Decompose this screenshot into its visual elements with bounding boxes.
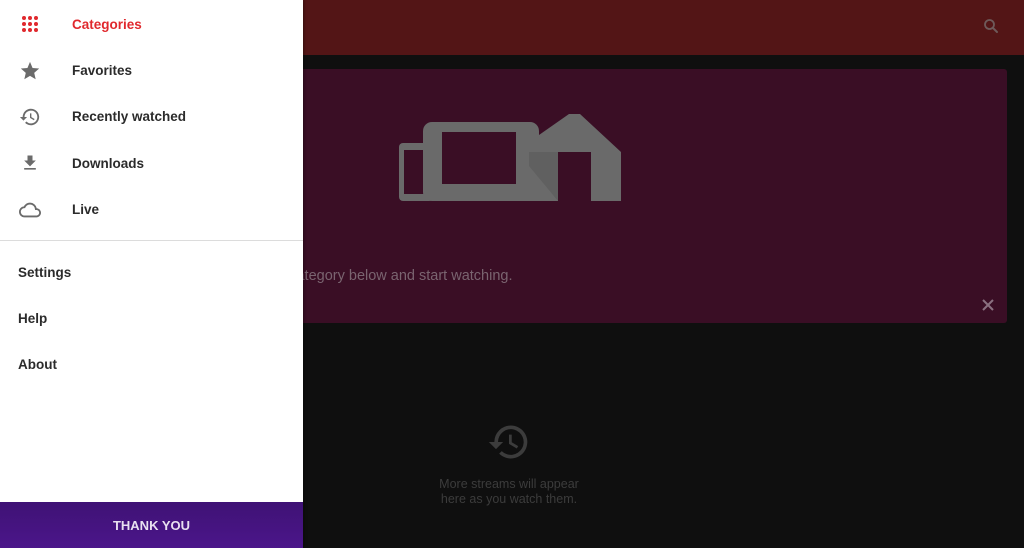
empty-state-line1: More streams will appear — [439, 477, 579, 491]
nav-label: Favorites — [72, 63, 133, 79]
devices-illustration — [399, 114, 621, 201]
primary-nav-list: Categories Favorites Recently watched Do… — [0, 0, 303, 233]
history-icon — [488, 425, 528, 459]
nav-label: Settings — [18, 264, 72, 280]
nav-item-recently-watched[interactable]: Recently watched — [0, 94, 303, 140]
nav-item-settings[interactable]: Settings — [0, 249, 303, 295]
nav-item-favorites[interactable]: Favorites — [0, 47, 303, 93]
nav-label: Categories — [72, 16, 142, 32]
nav-item-help[interactable]: Help — [0, 295, 303, 341]
nav-label: Downloads — [72, 155, 145, 171]
banner-close-button[interactable] — [979, 296, 997, 314]
thank-you-button[interactable]: THANK YOU — [0, 502, 303, 548]
search-icon — [984, 19, 998, 33]
nav-label: About — [18, 357, 57, 373]
apps-grid-icon — [18, 12, 42, 36]
download-icon — [18, 151, 42, 175]
nav-item-about[interactable]: About — [0, 342, 303, 388]
empty-state: More streams will appear here as you wat… — [409, 420, 609, 507]
history-icon — [18, 105, 42, 129]
nav-label: Live — [72, 202, 100, 218]
search-button[interactable] — [978, 13, 1004, 39]
secondary-nav-list: Settings Help About — [0, 249, 303, 388]
nav-label: Help — [18, 311, 48, 327]
cloud-icon — [18, 198, 42, 222]
drawer-divider — [0, 240, 303, 241]
navigation-drawer: Categories Favorites Recently watched Do… — [0, 0, 303, 548]
nav-label: Recently watched — [72, 109, 187, 125]
close-icon — [982, 299, 994, 311]
star-icon — [18, 59, 42, 83]
nav-item-categories[interactable]: Categories — [0, 1, 303, 47]
nav-item-downloads[interactable]: Downloads — [0, 140, 303, 186]
nav-item-live[interactable]: Live — [0, 187, 303, 233]
empty-state-line2: here as you watch them. — [440, 492, 578, 506]
welcome-banner: ...streams. Just pick a category below a… — [145, 69, 1007, 323]
